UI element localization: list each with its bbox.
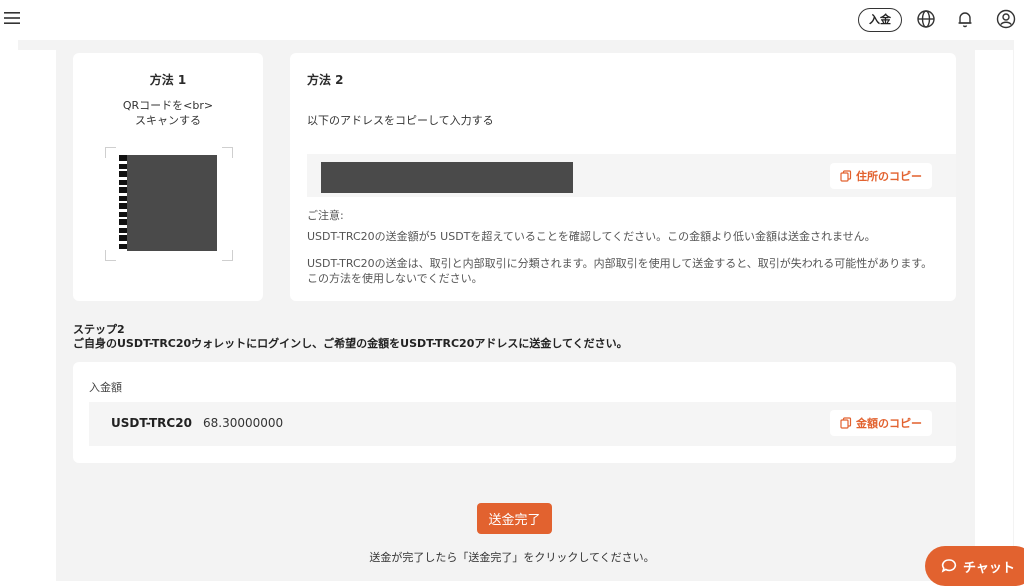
method2-instruction: 以下のアドレスをコピーして入力する bbox=[307, 114, 494, 127]
amount-currency: USDT-TRC20 bbox=[111, 416, 192, 430]
copy-icon bbox=[840, 170, 852, 182]
deposit-button[interactable]: 入金 bbox=[858, 8, 902, 32]
top-bar: 入金 bbox=[0, 0, 1024, 40]
bell-icon[interactable] bbox=[955, 9, 975, 29]
copy-address-button[interactable]: 住所のコピー bbox=[830, 163, 932, 189]
method1-description-line1: QRコードを<br> bbox=[122, 99, 214, 112]
user-icon[interactable] bbox=[996, 9, 1016, 29]
qr-code-edge bbox=[119, 155, 127, 251]
method2-title: 方法 2 bbox=[307, 73, 344, 87]
amount-label: 入金額 bbox=[89, 381, 122, 394]
copy-amount-label: 金額のコピー bbox=[856, 417, 922, 430]
qr-card: 方法 1 QRコードを<br> スキャンする bbox=[73, 53, 263, 301]
copy-icon bbox=[840, 417, 852, 429]
globe-icon[interactable] bbox=[916, 9, 936, 29]
notice-internal-transfer: USDT-TRC20の送金は、取引と内部取引に分類されます。内部取引を使用して送… bbox=[307, 257, 933, 285]
right-gutter bbox=[975, 50, 1013, 581]
qr-code-frame bbox=[105, 147, 233, 261]
method1-description-line2: スキャンする bbox=[135, 114, 201, 127]
copy-amount-button[interactable]: 金額のコピー bbox=[830, 410, 932, 436]
chat-bubble-icon bbox=[941, 558, 957, 574]
method1-title: 方法 1 bbox=[149, 73, 187, 87]
address-card: 方法 2 以下のアドレスをコピーして入力する 住所のコピー ご注意: USDT-… bbox=[290, 53, 956, 301]
chat-button[interactable]: チャット bbox=[925, 546, 1024, 586]
notice-minimum-amount: USDT-TRC20の送金額が5 USDTを超えていることを確認してください。こ… bbox=[307, 230, 876, 243]
copy-address-label: 住所のコピー bbox=[856, 170, 922, 183]
transfer-complete-button[interactable]: 送金完了 bbox=[477, 503, 552, 534]
transfer-complete-note: 送金が完了したら「送金完了」をクリックしてください。 bbox=[369, 551, 655, 564]
address-row: 住所のコピー bbox=[307, 154, 956, 197]
qr-code-image bbox=[119, 155, 217, 251]
step2-description: ご自身のUSDT-TRC20ウォレットにログインし、ご希望の金額をUSDT-TR… bbox=[73, 337, 628, 350]
menu-icon[interactable] bbox=[4, 10, 20, 26]
amount-card: 入金額 USDT-TRC20 68.30000000 金額のコピー bbox=[73, 362, 956, 463]
wallet-address-masked bbox=[321, 162, 573, 193]
notice-label: ご注意: bbox=[307, 209, 344, 222]
chat-label: チャット bbox=[963, 560, 1015, 576]
amount-value: 68.30000000 bbox=[203, 416, 284, 430]
left-gutter bbox=[18, 50, 56, 581]
amount-row: USDT-TRC20 68.30000000 金額のコピー bbox=[89, 402, 956, 446]
method1-description: QRコードを<br> スキャンする bbox=[73, 98, 263, 128]
